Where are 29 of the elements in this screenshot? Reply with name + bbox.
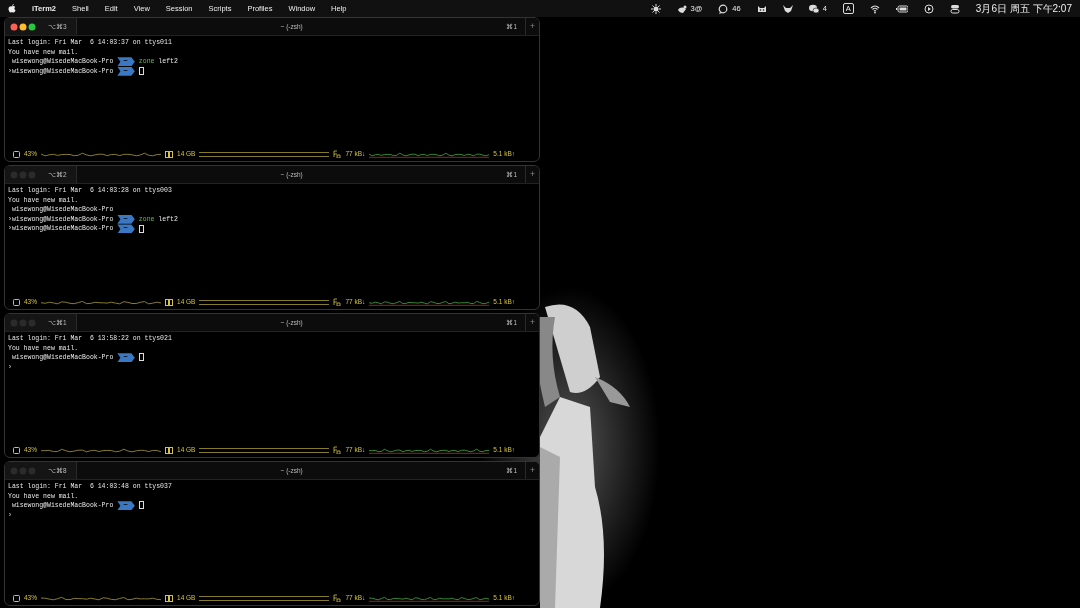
bird-icon[interactable] — [676, 3, 687, 14]
memory-icon — [165, 150, 173, 158]
fox-face-icon[interactable] — [782, 3, 793, 14]
new-tab-button[interactable]: + — [525, 462, 539, 479]
network-icon — [333, 298, 342, 306]
chat-bubble-icon[interactable] — [718, 3, 729, 14]
network-icon — [333, 446, 342, 454]
new-tab-button[interactable]: + — [525, 314, 539, 331]
cpu-icon — [13, 150, 20, 158]
cat-face-icon[interactable] — [756, 3, 767, 14]
network-icon — [333, 150, 342, 158]
wifi-icon[interactable] — [869, 3, 880, 14]
chat-bubbles-icon[interactable] — [808, 3, 819, 14]
new-tab-button[interactable]: + — [525, 18, 539, 35]
memory-icon — [165, 298, 173, 306]
sun-icon[interactable] — [650, 3, 661, 14]
window-controls-icon[interactable] — [10, 22, 36, 31]
cpu-icon — [13, 298, 20, 306]
apple-icon[interactable] — [8, 4, 16, 13]
memory-icon — [165, 446, 173, 454]
menu-bar-clock[interactable]: 3月6日 周五 下午2:07 — [975, 1, 1072, 16]
control-center-icon[interactable] — [949, 3, 960, 14]
cpu-icon — [13, 446, 20, 454]
battery-icon[interactable] — [895, 3, 908, 14]
play-icon[interactable] — [923, 3, 934, 14]
new-tab-button[interactable]: + — [525, 166, 539, 183]
cpu-icon — [13, 594, 20, 602]
memory-icon — [165, 594, 173, 602]
network-icon — [333, 594, 342, 602]
